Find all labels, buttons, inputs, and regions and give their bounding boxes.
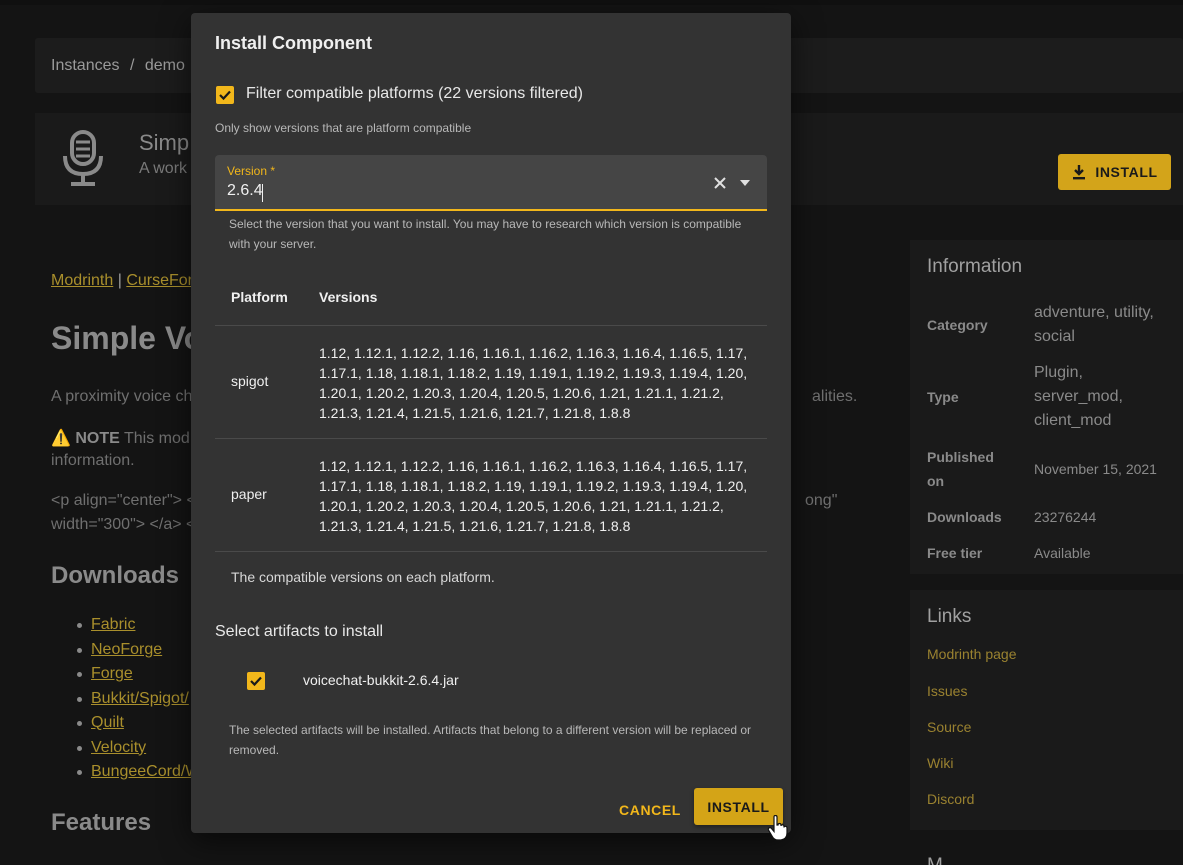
info-value-downloads: 23276244 (1034, 509, 1097, 525)
table-caption: The compatible versions on each platform… (231, 569, 495, 585)
links-separator: | (117, 272, 122, 289)
artifact-checkbox[interactable] (247, 672, 265, 690)
header-install-button[interactable]: INSTALL (1058, 154, 1171, 190)
component-title: Simp (139, 130, 190, 155)
download-link[interactable]: Bukkit/Spigot/ (77, 689, 200, 714)
filter-compatible-label[interactable]: Filter compatible platforms (22 versions… (246, 85, 583, 103)
breadcrumb-demo[interactable]: demo (145, 57, 185, 74)
download-link[interactable]: Velocity (77, 738, 200, 763)
checkmark-icon (250, 676, 262, 687)
breadcrumb-instances[interactable]: Instances (51, 57, 119, 74)
info-key-type: Type (927, 389, 959, 405)
external-links-row: Modrinth | CurseFor (51, 272, 193, 290)
install-component-dialog: Install Component Filter compatible plat… (191, 13, 791, 833)
row-platform: spigot (231, 373, 269, 389)
row-versions: 1.12, 1.12.1, 1.12.2, 1.16, 1.16.1, 1.16… (319, 345, 748, 421)
description-heading: Simple Vo (51, 320, 204, 356)
row-versions: 1.12, 1.12.1, 1.12.2, 1.16, 1.16.1, 1.16… (319, 458, 748, 534)
downloads-list: Fabric NeoForge Forge Bukkit/Spigot/ Qui… (77, 615, 200, 787)
info-value-published: November 15, 2021 (1034, 461, 1157, 477)
description-paragraph-tail: alities. (812, 388, 858, 405)
issues-link[interactable]: Issues (927, 683, 967, 699)
versions-table: Platform Versions spigot 1.12, 1.12.1, 1… (215, 276, 767, 552)
note-paragraph: ⚠️ NOTE This mod (51, 428, 190, 448)
description-paragraph: A proximity voice ch (51, 388, 193, 405)
wiki-link[interactable]: Wiki (927, 755, 953, 771)
text-caret (262, 184, 263, 202)
note-label: NOTE (75, 430, 120, 447)
version-field-label: Version * (227, 164, 276, 178)
info-value-category: adventure, utility, social (1034, 304, 1154, 345)
artifact-label[interactable]: voicechat-bukkit-2.6.4.jar (303, 672, 459, 688)
warning-icon: ⚠️ (51, 430, 71, 447)
modrinth-link[interactable]: Modrinth (51, 272, 113, 289)
download-link[interactable]: NeoForge (77, 640, 200, 665)
dialog-title: Install Component (215, 33, 372, 53)
cancel-button[interactable]: CANCEL (611, 792, 689, 828)
note-text: This mod (119, 430, 190, 447)
filter-compatible-checkbox[interactable] (216, 86, 234, 104)
info-key-free-tier: Free tier (927, 545, 983, 561)
chevron-down-icon[interactable] (739, 179, 751, 187)
row-platform: paper (231, 486, 267, 502)
source-link[interactable]: Source (927, 719, 971, 735)
artifacts-hint: The selected artifacts will be installed… (229, 723, 752, 757)
note-paragraph-line2: information. (51, 452, 135, 469)
download-link[interactable]: Forge (77, 664, 200, 689)
download-icon (1073, 165, 1086, 180)
information-title: Information (927, 256, 1023, 277)
version-select[interactable]: Version * 2.6.4 (215, 155, 767, 211)
info-value-free-tier: Available (1034, 545, 1091, 561)
modrinth-page-link[interactable]: Modrinth page (927, 646, 1017, 662)
header-install-label: INSTALL (1095, 164, 1158, 180)
download-link[interactable]: BungeeCord/W (77, 762, 200, 787)
info-key-category: Category (927, 317, 988, 333)
hand-pointer-icon (767, 815, 788, 841)
artifacts-title: Select artifacts to install (215, 623, 384, 640)
breadcrumb-separator: / (129, 57, 135, 74)
column-header-platform: Platform (231, 289, 288, 305)
version-field-value[interactable]: 2.6.4 (227, 182, 697, 200)
links-title: Links (927, 606, 972, 627)
component-subtitle: A work (139, 160, 188, 177)
download-link[interactable]: Quilt (77, 713, 200, 738)
column-header-versions: Versions (319, 289, 378, 305)
clear-icon[interactable] (712, 175, 728, 191)
checkmark-icon (219, 90, 231, 101)
info-key-downloads: Downloads (927, 509, 1002, 525)
downloads-heading: Downloads (51, 562, 180, 589)
html-snippet-line1: <p align="center"> < (51, 492, 196, 509)
table-header: Platform Versions (215, 276, 767, 326)
html-snippet-line1-tail: ong" (805, 492, 838, 509)
microphone-icon (63, 130, 103, 186)
info-value-type: Plugin, server_mod, client_mod (1034, 364, 1123, 429)
filter-compatible-hint: Only show versions that are platform com… (215, 121, 472, 135)
table-row: spigot 1.12, 1.12.1, 1.12.2, 1.16, 1.16.… (215, 326, 767, 439)
download-link[interactable]: Fabric (77, 615, 200, 640)
version-field-hint: Select the version that you want to inst… (229, 217, 742, 251)
curseforge-link[interactable]: CurseFor (126, 272, 193, 289)
discord-link[interactable]: Discord (927, 791, 974, 807)
html-snippet-line2: width="300"> </a> < (51, 516, 196, 533)
more-section-title: M... (927, 855, 959, 865)
top-bar (0, 0, 1183, 5)
table-row: paper 1.12, 1.12.1, 1.12.2, 1.16, 1.16.1… (215, 439, 767, 552)
info-key-published: Published on (927, 449, 994, 489)
features-heading: Features (51, 809, 152, 836)
